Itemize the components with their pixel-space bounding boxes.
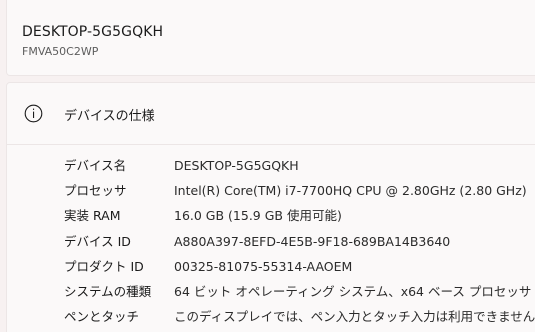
spec-row-pen-and-touch: ペンとタッチ このディスプレイでは、ペン入力とタッチ入力は利用できません xyxy=(7,308,535,332)
spec-value: 00325-81075-55314-AAOEM xyxy=(174,259,353,274)
spec-value: DESKTOP-5G5GQKH xyxy=(174,158,299,173)
spec-value: A880A397-8EFD-4E5B-9F18-689BA14B3640 xyxy=(174,234,451,249)
spec-label: プロダクト ID xyxy=(64,259,144,274)
spec-label: 実装 RAM xyxy=(64,208,121,223)
spec-label: ペンとタッチ xyxy=(64,309,140,324)
spec-row-product-id: プロダクト ID 00325-81075-55314-AAOEM xyxy=(7,258,535,283)
device-card[interactable]: DESKTOP-5G5GQKH FMVA50C2WP xyxy=(6,0,535,76)
spec-label: システムの種類 xyxy=(64,284,152,299)
spec-row-device-id: デバイス ID A880A397-8EFD-4E5B-9F18-689BA14B… xyxy=(7,233,535,258)
device-specifications-header[interactable]: デバイスの仕様 xyxy=(7,83,535,145)
device-specifications-title: デバイスの仕様 xyxy=(64,109,155,124)
spec-value: このディスプレイでは、ペン入力とタッチ入力は利用できません xyxy=(174,309,535,324)
spec-value: Intel(R) Core(TM) i7-7700HQ CPU @ 2.80GH… xyxy=(174,183,527,198)
spec-value: 64 ビット オペレーティング システム、x64 ベース プロセッサ xyxy=(174,284,532,299)
device-model: FMVA50C2WP xyxy=(22,45,99,58)
spec-label: デバイス名 xyxy=(64,158,127,173)
spec-row-processor: プロセッサ Intel(R) Core(TM) i7-7700HQ CPU @ … xyxy=(7,182,535,207)
spec-label: デバイス ID xyxy=(64,234,131,249)
settings-about-page: DESKTOP-5G5GQKH FMVA50C2WP デバイスの仕様 デバイス名… xyxy=(0,0,535,332)
spec-row-ram: 実装 RAM 16.0 GB (15.9 GB 使用可能) xyxy=(7,207,535,232)
device-specifications-card: デバイスの仕様 デバイス名 DESKTOP-5G5GQKH プロセッサ Inte… xyxy=(6,82,535,332)
spec-row-system-type: システムの種類 64 ビット オペレーティング システム、x64 ベース プロセ… xyxy=(7,283,535,308)
device-name: DESKTOP-5G5GQKH xyxy=(22,24,164,40)
info-icon xyxy=(24,104,43,123)
spec-row-device-name: デバイス名 DESKTOP-5G5GQKH xyxy=(7,157,535,182)
spec-label: プロセッサ xyxy=(64,183,127,198)
spec-value: 16.0 GB (15.9 GB 使用可能) xyxy=(174,208,342,223)
